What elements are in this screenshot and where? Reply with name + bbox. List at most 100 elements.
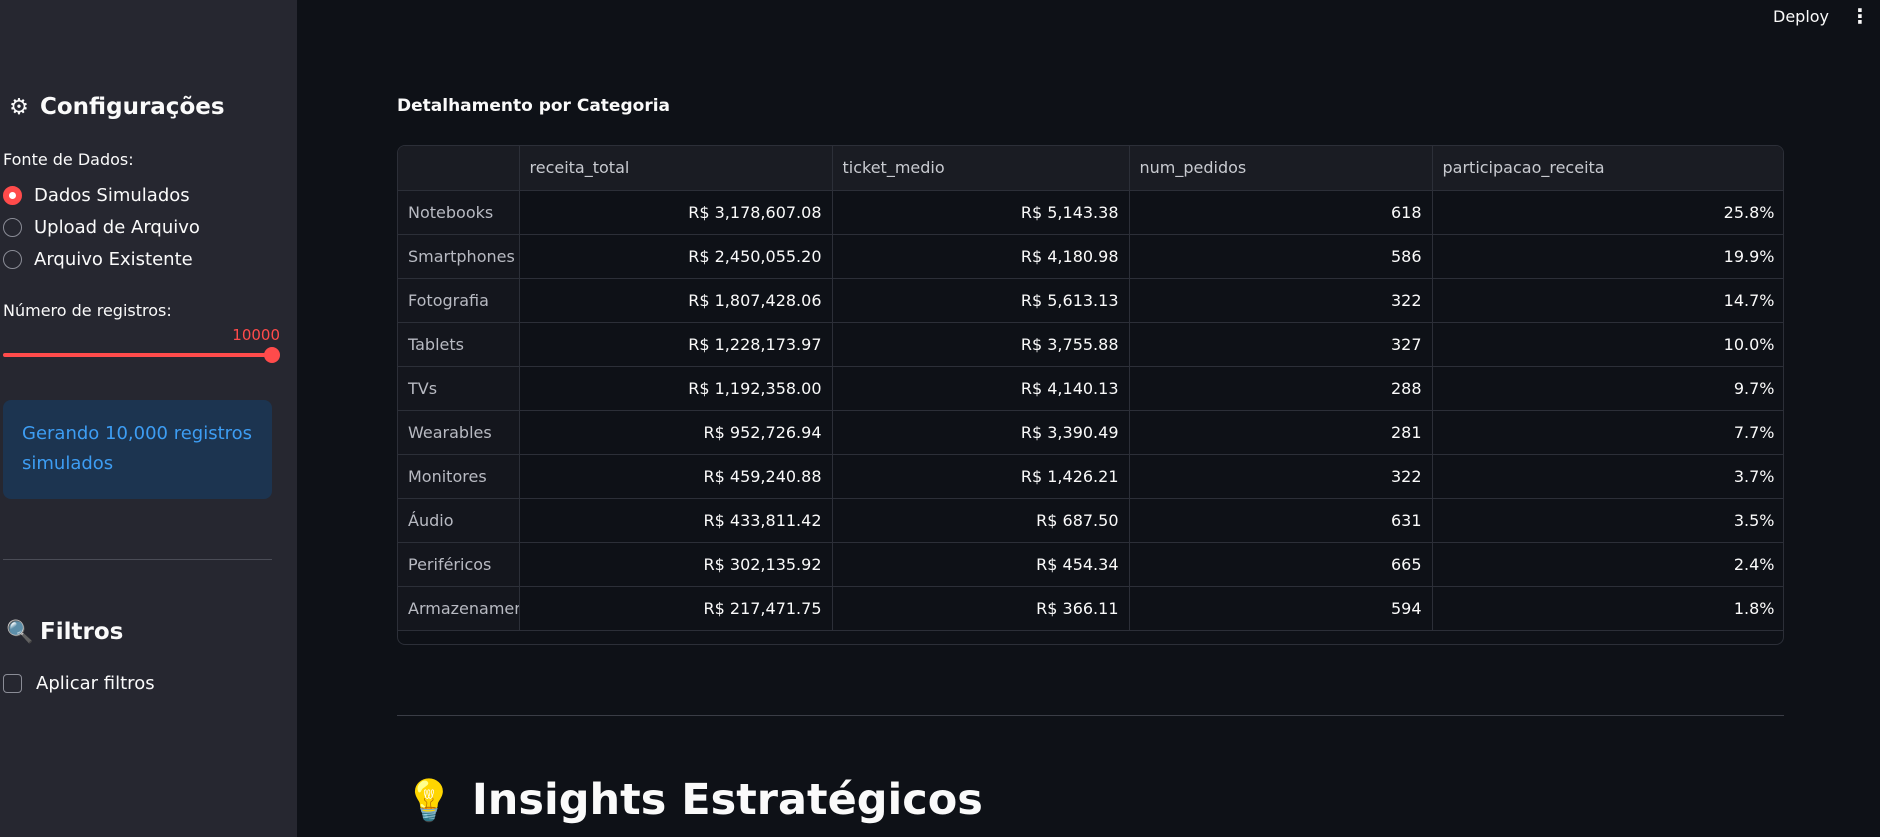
table-row[interactable]: Wearables R$ 952,726.94 R$ 3,390.49 281 …: [398, 410, 1783, 455]
row-header-cell: Smartphones: [398, 234, 520, 279]
table-cell: 10.0%: [1432, 322, 1783, 367]
table-cell: R$ 459,240.88: [519, 454, 833, 499]
row-header-cell: Notebooks: [398, 190, 520, 235]
column-header-participacao-receita[interactable]: participacao_receita: [1432, 146, 1783, 191]
gear-icon: ⚙: [9, 94, 29, 120]
table-cell: 25.8%: [1432, 190, 1783, 235]
table-cell: R$ 952,726.94: [519, 410, 833, 455]
table-row[interactable]: Monitores R$ 459,240.88 R$ 1,426.21 322 …: [398, 454, 1783, 499]
table-cell: 3.5%: [1432, 498, 1783, 543]
table-header-row: receita_total ticket_medio num_pedidos p…: [398, 146, 1783, 191]
radio-label: Arquivo Existente: [34, 249, 193, 270]
radio-label: Upload de Arquivo: [34, 217, 200, 238]
table-cell: R$ 5,143.38: [832, 190, 1130, 235]
table-cell: 322: [1129, 278, 1433, 323]
table-cell: 665: [1129, 542, 1433, 587]
column-header-ticket-medio[interactable]: ticket_medio: [832, 146, 1130, 191]
section-title: Detalhamento por Categoria: [397, 96, 670, 116]
table-row[interactable]: Armazenamento R$ 217,471.75 R$ 366.11 59…: [398, 586, 1783, 631]
data-table: receita_total ticket_medio num_pedidos p…: [398, 146, 1783, 631]
table-cell: R$ 2,450,055.20: [519, 234, 833, 279]
table-cell: R$ 454.34: [832, 542, 1130, 587]
radio-label: Dados Simulados: [34, 185, 190, 206]
table-cell: 3.7%: [1432, 454, 1783, 499]
column-header-index[interactable]: [398, 146, 520, 191]
radio-button[interactable]: [3, 250, 22, 269]
column-header-num-pedidos[interactable]: num_pedidos: [1129, 146, 1433, 191]
data-source-label: Fonte de Dados:: [3, 150, 134, 169]
table-cell: R$ 1,426.21: [832, 454, 1130, 499]
apply-filters-checkbox[interactable]: [3, 674, 22, 693]
table-row[interactable]: Periféricos R$ 302,135.92 R$ 454.34 665 …: [398, 542, 1783, 587]
row-header-cell: Periféricos: [398, 542, 520, 587]
info-message-text: Gerando 10,000 registros simulados: [22, 423, 253, 474]
row-header-cell: Áudio: [398, 498, 520, 543]
column-header-receita-total[interactable]: receita_total: [519, 146, 833, 191]
table-cell: R$ 217,471.75: [519, 586, 833, 631]
table-cell: R$ 4,140.13: [832, 366, 1130, 411]
row-header-cell: Fotografia: [398, 278, 520, 323]
table-cell: R$ 1,228,173.97: [519, 322, 833, 367]
lightbulb-icon: 💡: [404, 777, 454, 824]
table-cell: 9.7%: [1432, 366, 1783, 411]
table-row[interactable]: Fotografia R$ 1,807,428.06 R$ 5,613.13 3…: [398, 278, 1783, 323]
config-title: Configurações: [40, 94, 225, 120]
table-cell: R$ 4,180.98: [832, 234, 1130, 279]
filters-title: Filtros: [40, 619, 124, 645]
table-cell: 19.9%: [1432, 234, 1783, 279]
table-cell: R$ 433,811.42: [519, 498, 833, 543]
radio-button[interactable]: [3, 218, 22, 237]
records-slider-value: 10000: [232, 326, 280, 344]
table-cell: R$ 366.11: [832, 586, 1130, 631]
radio-button[interactable]: [3, 186, 22, 205]
info-message-box: Gerando 10,000 registros simulados: [3, 400, 272, 499]
table-row[interactable]: Áudio R$ 433,811.42 R$ 687.50 631 3.5%: [398, 498, 1783, 543]
table-cell: R$ 302,135.92: [519, 542, 833, 587]
table-row[interactable]: TVs R$ 1,192,358.00 R$ 4,140.13 288 9.7%: [398, 366, 1783, 411]
row-header-cell: TVs: [398, 366, 520, 411]
table-cell: 631: [1129, 498, 1433, 543]
table-row[interactable]: Smartphones R$ 2,450,055.20 R$ 4,180.98 …: [398, 234, 1783, 279]
table-cell: R$ 3,755.88: [832, 322, 1130, 367]
table-cell: 327: [1129, 322, 1433, 367]
table-cell: 7.7%: [1432, 410, 1783, 455]
table-cell: 1.8%: [1432, 586, 1783, 631]
table-row[interactable]: Notebooks R$ 3,178,607.08 R$ 5,143.38 61…: [398, 190, 1783, 235]
sidebar-divider: [3, 559, 272, 560]
radio-dados-simulados[interactable]: Dados Simulados: [3, 185, 190, 206]
filters-heading: 🔍 Filtros: [6, 619, 123, 645]
config-heading: ⚙ Configurações: [6, 94, 225, 120]
table-cell: 2.4%: [1432, 542, 1783, 587]
records-slider-thumb[interactable]: [264, 347, 280, 363]
table-cell: 594: [1129, 586, 1433, 631]
insights-heading: 💡 Insights Estratégicos: [404, 775, 983, 825]
row-header-cell: Wearables: [398, 410, 520, 455]
records-label: Número de registros:: [3, 301, 172, 320]
table-cell: 288: [1129, 366, 1433, 411]
table-cell: R$ 1,192,358.00: [519, 366, 833, 411]
category-table[interactable]: receita_total ticket_medio num_pedidos p…: [397, 145, 1784, 645]
sidebar: ⚙ Configurações Fonte de Dados: Dados Si…: [0, 0, 297, 837]
main-menu-icon[interactable]: ⋮: [1850, 4, 1870, 28]
table-cell: 281: [1129, 410, 1433, 455]
table-cell: 14.7%: [1432, 278, 1783, 323]
radio-upload-arquivo[interactable]: Upload de Arquivo: [3, 217, 200, 238]
apply-filters-checkbox-row[interactable]: Aplicar filtros: [3, 673, 155, 694]
table-cell: R$ 687.50: [832, 498, 1130, 543]
main-divider: [397, 715, 1784, 716]
table-cell: 618: [1129, 190, 1433, 235]
insights-title: Insights Estratégicos: [471, 775, 983, 825]
row-header-cell: Monitores: [398, 454, 520, 499]
radio-arquivo-existente[interactable]: Arquivo Existente: [3, 249, 193, 270]
deploy-button[interactable]: Deploy: [1773, 7, 1829, 26]
apply-filters-label: Aplicar filtros: [36, 673, 155, 694]
table-cell: R$ 3,178,607.08: [519, 190, 833, 235]
table-cell: R$ 3,390.49: [832, 410, 1130, 455]
table-cell: R$ 1,807,428.06: [519, 278, 833, 323]
table-cell: 586: [1129, 234, 1433, 279]
records-slider-track[interactable]: [3, 353, 273, 357]
table-row[interactable]: Tablets R$ 1,228,173.97 R$ 3,755.88 327 …: [398, 322, 1783, 367]
row-header-cell: Armazenamento: [398, 586, 520, 631]
table-cell: 322: [1129, 454, 1433, 499]
table-cell: R$ 5,613.13: [832, 278, 1130, 323]
